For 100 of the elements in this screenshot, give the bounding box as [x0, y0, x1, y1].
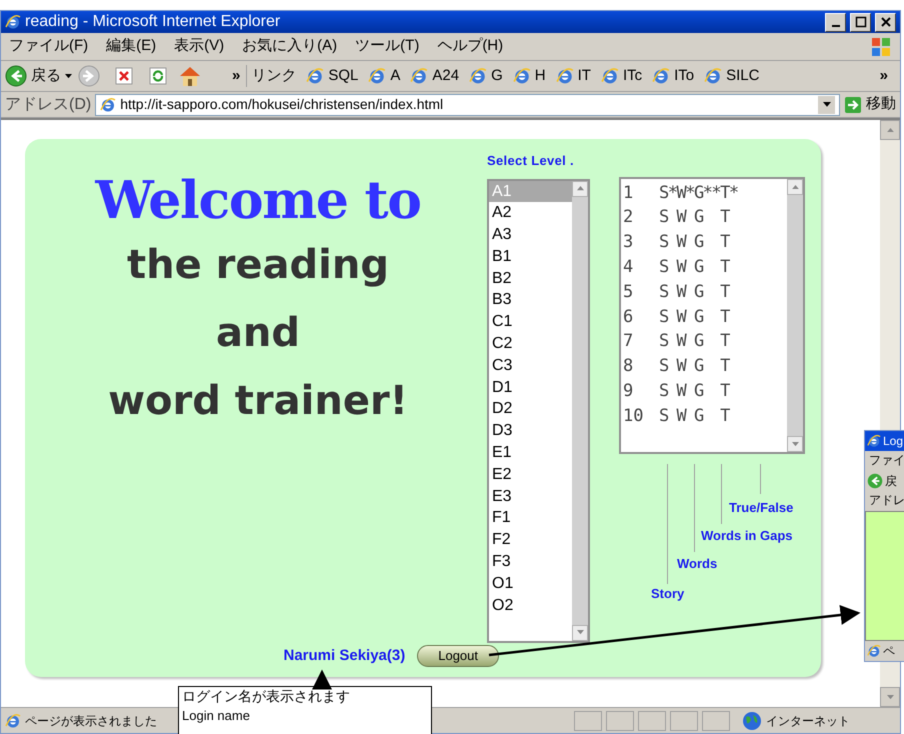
- level-option[interactable]: C1: [489, 311, 572, 334]
- level-option[interactable]: E1: [489, 442, 572, 464]
- level-option[interactable]: A3: [489, 224, 572, 246]
- close-button[interactable]: [875, 12, 896, 32]
- browser-logo-icon: [5, 14, 21, 30]
- triangle-up-icon[interactable]: [886, 128, 894, 132]
- menu-item[interactable]: 編集(E): [106, 35, 156, 58]
- lesson-marks[interactable]: S W G T: [659, 205, 729, 231]
- level-option[interactable]: O2: [489, 594, 572, 616]
- level-option[interactable]: C2: [489, 333, 572, 355]
- level-option[interactable]: F1: [489, 507, 572, 530]
- browser-logo-icon: [469, 67, 488, 85]
- scrollbar[interactable]: [572, 180, 588, 640]
- level-option[interactable]: C3: [489, 354, 572, 377]
- popup-menu-item[interactable]: ファイ: [865, 451, 904, 471]
- link-button[interactable]: IT: [556, 64, 591, 88]
- refresh-icon[interactable]: [148, 66, 168, 86]
- level-option[interactable]: E3: [489, 486, 572, 508]
- menu-item[interactable]: お気に入り(A): [242, 35, 338, 58]
- link-button[interactable]: SQL: [306, 64, 358, 88]
- logout-button[interactable]: Logout: [417, 644, 499, 667]
- status-pane: [606, 710, 634, 730]
- link-button[interactable]: ITo: [652, 64, 694, 88]
- level-option[interactable]: B1: [489, 246, 572, 268]
- level-option[interactable]: D2: [489, 398, 572, 420]
- level-option[interactable]: B3: [489, 289, 572, 312]
- back-button[interactable]: 戻る: [5, 64, 72, 88]
- browser-logo-icon: [100, 96, 116, 112]
- triangle-down-icon[interactable]: [792, 442, 798, 446]
- level-option[interactable]: O1: [489, 572, 572, 595]
- menu-item[interactable]: 表示(V): [174, 35, 224, 58]
- scroll-down-button[interactable]: [787, 436, 803, 452]
- minimize-button[interactable]: [825, 12, 846, 32]
- level-option[interactable]: E2: [489, 464, 572, 486]
- lesson-marks[interactable]: S W G T: [659, 404, 729, 430]
- lesson-number: 8: [622, 355, 634, 378]
- lesson-marks[interactable]: S W G T: [659, 230, 729, 256]
- link-button[interactable]: H: [512, 64, 546, 88]
- lesson-list[interactable]: 1 S*W*G**T* 2 S W G T 3 S W G T 4 S W G T 5 S W G T 6 S W G T 7 S W G T 8 S W G T 9 S W G T 10 S W G T: [619, 177, 805, 454]
- back-icon[interactable]: [5, 65, 27, 87]
- link-button[interactable]: A: [368, 64, 400, 88]
- go-button[interactable]: 移動: [844, 93, 896, 116]
- lesson-marks[interactable]: S*W*G**T*: [659, 180, 738, 206]
- status-pane: [638, 710, 666, 730]
- caret-icon[interactable]: [822, 102, 830, 107]
- home-icon[interactable]: [178, 65, 202, 87]
- subtitle-line: the reading: [127, 241, 389, 290]
- link-button[interactable]: ITc: [600, 64, 642, 88]
- address-field[interactable]: http://it-sapporo.com/hokusei/christensen/index.html: [95, 94, 840, 116]
- lesson-number: 5: [622, 280, 634, 304]
- scroll-up-button[interactable]: [787, 179, 803, 195]
- back-icon[interactable]: [867, 473, 883, 489]
- triangle-down-icon[interactable]: [886, 694, 894, 700]
- level-option[interactable]: D3: [489, 420, 572, 442]
- lesson-number: 7: [622, 330, 634, 354]
- level-option[interactable]: D1: [489, 376, 572, 398]
- lesson-marks[interactable]: S W G T: [659, 280, 729, 306]
- level-option[interactable]: A2: [489, 202, 572, 224]
- lesson-marks[interactable]: S W G T: [659, 354, 729, 380]
- link-button[interactable]: G: [469, 64, 503, 88]
- link-button[interactable]: SILC: [704, 64, 760, 88]
- forward-icon[interactable]: [78, 65, 100, 87]
- popup-back-label[interactable]: 戻: [885, 472, 897, 490]
- links-overflow[interactable]: »: [880, 64, 896, 88]
- lesson-marks[interactable]: S W G T: [659, 329, 729, 355]
- menu-item[interactable]: ファイル(F): [9, 35, 88, 58]
- browser-logo-icon: [867, 434, 881, 448]
- maximize-icon: [854, 16, 866, 28]
- lesson-number: 10: [622, 404, 644, 428]
- close-icon: [880, 16, 892, 28]
- level-listbox[interactable]: A1 A2 A3 B1 B2 B3 C1 C2 C3 D1 D2 D3 E1 E2 E3 F1 F2 F3 O1 O2: [487, 178, 590, 642]
- status-text: ページが表示されました: [25, 712, 157, 730]
- caret-icon[interactable]: [65, 74, 72, 78]
- browser-logo-icon: [556, 67, 574, 85]
- level-option[interactable]: F3: [489, 551, 572, 573]
- level-option[interactable]: B2: [489, 268, 572, 290]
- scroll-up-button[interactable]: [880, 120, 900, 140]
- scroll-down-button[interactable]: [572, 624, 588, 640]
- menu-item[interactable]: ヘルプ(H): [437, 35, 504, 58]
- status-pane: [670, 710, 698, 730]
- scroll-down-button[interactable]: [880, 687, 900, 707]
- triangle-down-icon[interactable]: [576, 630, 584, 635]
- triangle-up-icon[interactable]: [576, 186, 584, 191]
- popup-address-label: アドレ: [868, 492, 904, 509]
- lesson-marks[interactable]: S W G T: [659, 304, 729, 330]
- lesson-marks[interactable]: S W G T: [659, 379, 729, 405]
- scroll-up-button[interactable]: [572, 180, 588, 196]
- dropdown-button[interactable]: [818, 96, 835, 114]
- stop-icon[interactable]: [114, 66, 134, 86]
- windows-flag-icon: [870, 36, 892, 58]
- legend-label: Words in Gaps: [701, 527, 792, 545]
- menu-item[interactable]: ツール(T): [355, 35, 420, 58]
- browser-logo-icon: [368, 67, 386, 85]
- maximize-button[interactable]: [850, 12, 871, 32]
- link-button[interactable]: A24: [410, 64, 460, 88]
- lesson-marks[interactable]: S W G T: [659, 255, 729, 281]
- level-option[interactable]: F2: [489, 529, 572, 552]
- toolbar-overflow[interactable]: »: [232, 64, 240, 88]
- scrollbar[interactable]: [787, 179, 803, 452]
- triangle-up-icon[interactable]: [792, 184, 798, 190]
